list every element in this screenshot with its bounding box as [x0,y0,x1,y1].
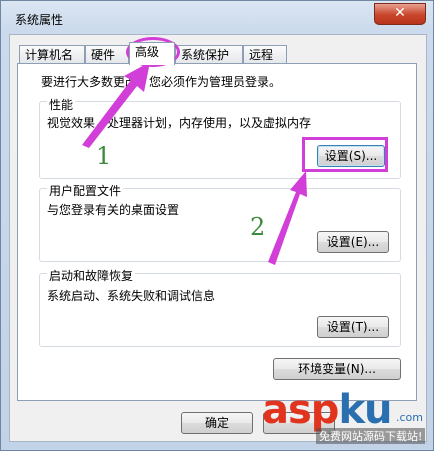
step-2-label: 2 [250,213,266,241]
annotation-arrows [82,62,307,265]
step-1-label: 1 [96,142,112,170]
tab-label: 高级 [135,45,160,59]
site-watermark: aspku [262,387,393,433]
watermark-part-b: ku [338,387,392,433]
arrow-to-advanced-tab [82,62,150,148]
watermark-subtitle: 免费网站源码下载站! [316,428,426,444]
tab-advanced[interactable]: 高级 [129,42,175,65]
arrow-to-settings-button [268,171,307,265]
watermark-com: .com [396,411,423,424]
watermark-part-a: asp [262,387,339,433]
